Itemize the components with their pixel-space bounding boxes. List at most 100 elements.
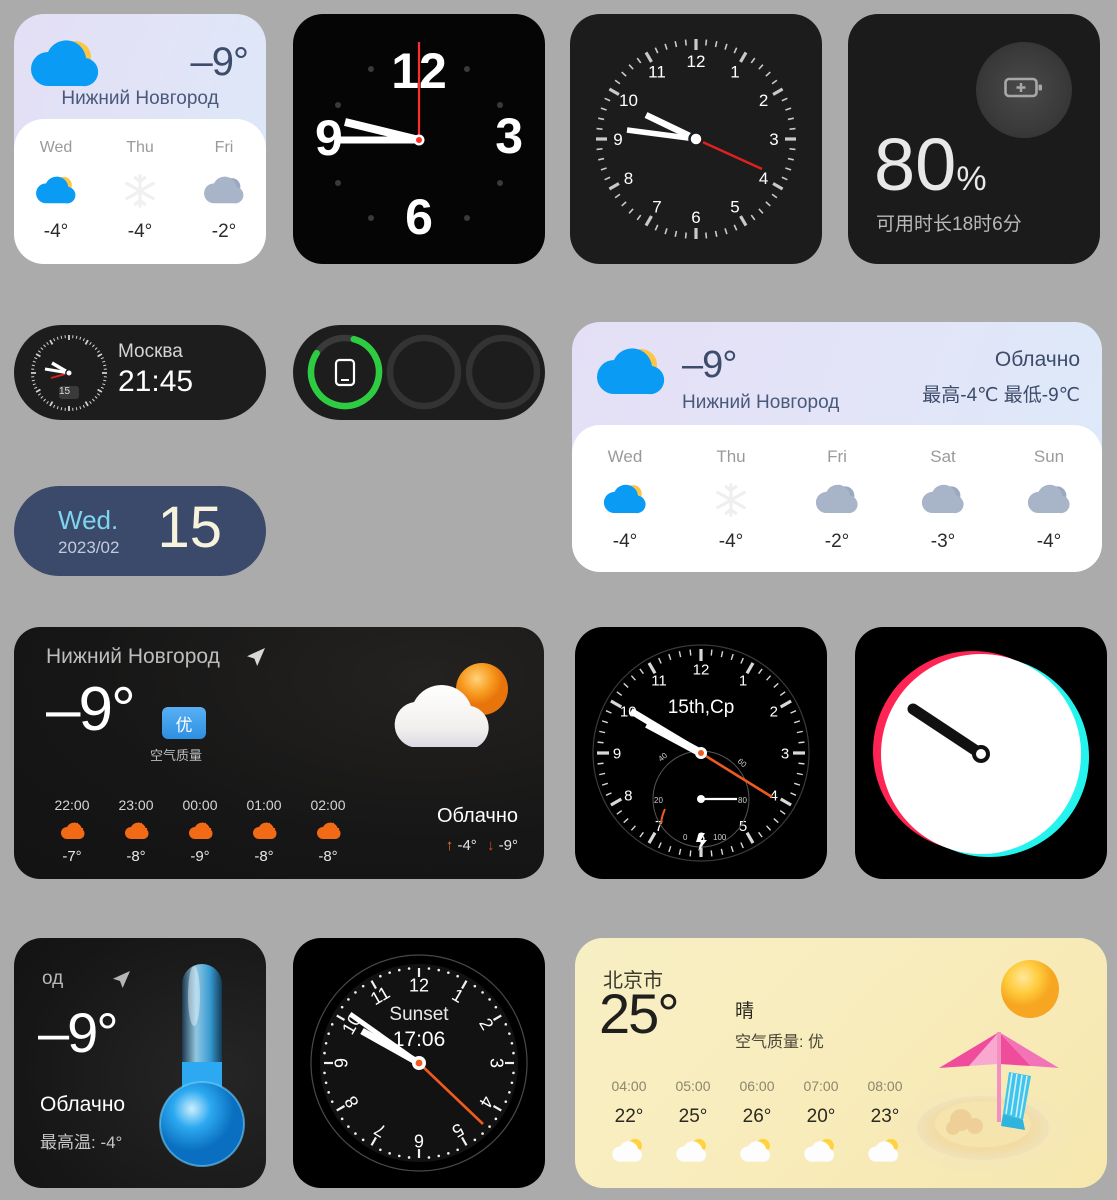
beach-temp: 25° (599, 982, 680, 1045)
cloud-sun-icon (853, 1136, 917, 1166)
forecast-day: Wed -4° (572, 447, 678, 553)
weather-dark-city: Нижний Новгород (46, 645, 220, 668)
cloud-moon-icon (104, 820, 168, 842)
hourly-temp: 25° (678, 1106, 708, 1127)
thermometer-city: од (42, 968, 64, 989)
svg-text:9: 9 (613, 130, 622, 149)
battery-widget[interactable]: 80% 可用时长18时6分 (848, 14, 1100, 264)
svg-text:7: 7 (652, 197, 661, 216)
cloud-moon-icon (40, 820, 104, 842)
hourly-time: 04:00 (611, 1078, 647, 1094)
hourly-temp: -7° (62, 848, 82, 865)
cloud-sun-icon (596, 344, 666, 407)
forecast-day-label: Thu (716, 447, 746, 466)
weather-dark-low: -9° (498, 837, 518, 854)
forecast-temp: -4° (1036, 531, 1062, 552)
weather-small-widget[interactable]: –9° Нижний Новгород Wed -4° Thu -4° Fri … (14, 14, 266, 264)
battery-percent: 80% (874, 123, 987, 206)
hourly-temp: -8° (254, 848, 274, 865)
weather-large-condition: Облачно (994, 348, 1080, 371)
analog-clock-widget[interactable]: 12 1 2 3 4 5 6 7 8 9 10 11 (570, 14, 822, 264)
svg-text:20: 20 (654, 796, 663, 805)
svg-text:2: 2 (759, 91, 768, 110)
hourly-temp: 20° (806, 1106, 836, 1127)
svg-text:5: 5 (730, 197, 739, 216)
weather-dark-condition: Облачно (436, 805, 518, 827)
svg-text:11: 11 (651, 673, 667, 690)
moscow-city-label: Москва (118, 341, 183, 362)
cloud-sun-icon (572, 479, 678, 521)
forecast-day-label: Sun (1033, 447, 1065, 466)
chronograph-clock-widget[interactable]: 121234567891011 40 60 20 80 0 100 15th,C… (575, 627, 827, 879)
sunset-clock-widget[interactable]: 12 1 2 3 4 5 6 7 8 9 10 11 Sunset 17:06 (293, 938, 545, 1188)
beach-hourly: 04:00 22° 05:00 25° 06:00 26° 07:00 20° … (597, 1078, 917, 1166)
svg-text:8: 8 (624, 169, 633, 188)
weather-large-temp: –9° (682, 344, 737, 386)
cloud-sun-icon (725, 1136, 789, 1166)
digital-numerals-clock[interactable]: 12 3 6 9 (293, 14, 545, 264)
svg-text:40: 40 (657, 751, 670, 764)
white-circle-clock-widget[interactable] (855, 627, 1107, 879)
svg-text:12: 12 (693, 661, 710, 678)
hourly-temp: -9° (190, 848, 210, 865)
forecast-day: Fri -2° (784, 447, 890, 553)
sunset-time: 17:06 (392, 1028, 446, 1051)
hourly-cell: 01:00 -8° (232, 797, 296, 865)
cloud-moon-icon (168, 820, 232, 842)
battery-percent-sign: % (956, 160, 987, 198)
svg-text:1: 1 (730, 62, 739, 81)
hourly-time: 07:00 (803, 1078, 839, 1094)
ring-track-2 (386, 334, 462, 410)
arrow-up-icon: ↑ (445, 837, 454, 854)
thermometer-weather-widget[interactable]: од –9° Облачно 最高温: -4° (14, 938, 266, 1188)
cloud-gray-icon (890, 479, 996, 521)
weather-dark-wide-widget[interactable]: Нижний Новгород –9° 优 空气质量 22:00 -7° 23:… (14, 627, 544, 879)
sunset-label: Sunset (389, 1004, 449, 1025)
weather-small-forecast: Wed -4° Thu -4° Fri -2° (14, 119, 266, 264)
hourly-temp: 22° (614, 1106, 644, 1127)
battery-rings-pill[interactable] (293, 325, 545, 420)
tik-clock-face (873, 651, 1089, 857)
hourly-cell: 00:00 -9° (168, 797, 232, 865)
svg-text:9: 9 (331, 1058, 351, 1068)
svg-text:12: 12 (687, 52, 706, 71)
beach-weather-widget[interactable]: 北京市 25° 晴 空气质量: 优 04:00 22° 05:00 25° 06… (575, 938, 1107, 1188)
svg-text:10: 10 (619, 91, 638, 110)
forecast-temp: -4° (612, 531, 638, 552)
second-hand (700, 751, 773, 799)
battery-remaining-label: 可用时长18时6分 (876, 214, 1022, 235)
arrow-down-icon: ↓ (486, 837, 495, 854)
hourly-temp: -8° (126, 848, 146, 865)
hourly-cell: 05:00 25° (661, 1078, 725, 1166)
hourly-temp: 23° (870, 1106, 900, 1127)
clock-center-dot (416, 137, 422, 143)
clock-center-dot (415, 1059, 423, 1067)
clock-center-dot (698, 750, 704, 756)
hourly-time: 05:00 (675, 1078, 711, 1094)
svg-text:12: 12 (409, 975, 429, 995)
hourly-time: 06:00 (739, 1078, 775, 1094)
chronograph-face: 121234567891011 40 60 20 80 0 100 (592, 644, 810, 862)
weather-small-city: Нижний Новгород (61, 88, 219, 109)
date-pill-widget[interactable]: Wed. 2023/02 15 (14, 486, 266, 576)
cloud-sun-icon (789, 1136, 853, 1166)
forecast-temp: -3° (930, 531, 956, 552)
moscow-clock-pill[interactable]: 15 Москва 21:45 (14, 325, 266, 420)
weather-small-header: –9° Нижний Новгород (14, 14, 266, 119)
clock-center (65, 369, 73, 377)
hourly-cell: 04:00 22° (597, 1078, 661, 1166)
svg-text:3: 3 (781, 745, 789, 762)
forecast-day: Fri -2° (182, 139, 266, 243)
second-hand (695, 137, 763, 171)
forecast-day-label: Sat (930, 447, 956, 466)
forecast-day-label: Wed (39, 139, 73, 156)
weather-large-widget[interactable]: –9° Нижний Новгород Облачно 最高-4℃ 最低-9℃ … (572, 322, 1102, 572)
mini-analog-face (31, 335, 107, 411)
svg-text:11: 11 (648, 62, 666, 81)
widget-gallery-canvas: –9° Нижний Новгород Wed -4° Thu -4° Fri … (0, 0, 1117, 1200)
clock-center (688, 131, 704, 147)
hourly-time: 23:00 (118, 797, 154, 813)
cloud-gray-icon (182, 171, 266, 211)
forecast-temp: -2° (824, 531, 850, 552)
navigation-arrow-icon (246, 647, 266, 672)
